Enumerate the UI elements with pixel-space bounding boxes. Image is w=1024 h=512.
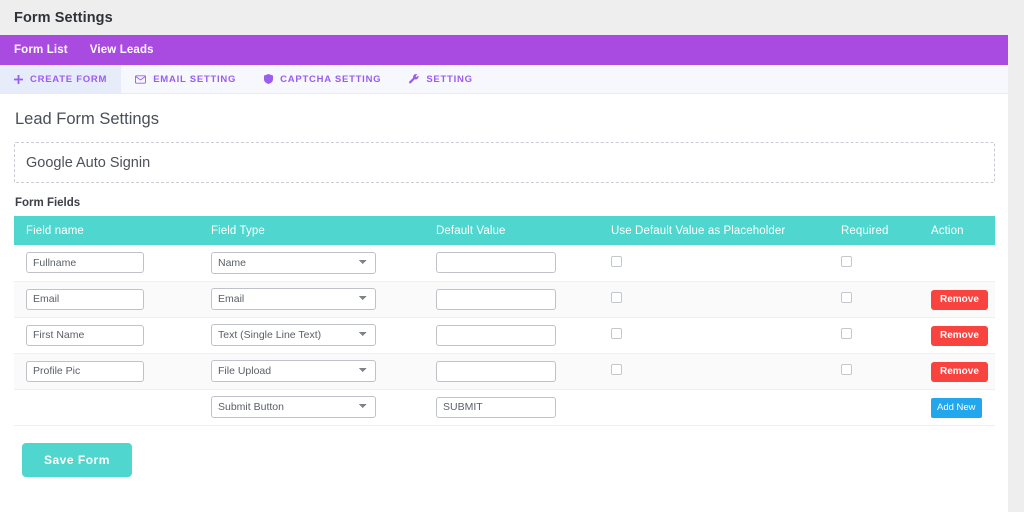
table-head: Field name Field Type Default Value Use … xyxy=(14,216,995,245)
table-body: Name xyxy=(14,245,995,426)
field-type-select[interactable]: File Upload xyxy=(211,360,376,382)
cell-use-placeholder xyxy=(599,389,829,426)
window-header: Form Settings xyxy=(0,0,1024,35)
default-value-input[interactable] xyxy=(436,360,556,382)
cell-required xyxy=(829,245,919,282)
field-name-input[interactable] xyxy=(26,252,144,274)
field-name-input[interactable] xyxy=(26,324,144,346)
tab-captcha-setting[interactable]: CAPTCHA SETTING xyxy=(250,65,395,93)
cell-field-type: Name xyxy=(199,245,424,282)
cell-field-type: Submit Button xyxy=(199,389,424,426)
tab-setting[interactable]: SETTING xyxy=(395,65,486,93)
remove-button[interactable]: Remove xyxy=(931,325,988,346)
cell-use-placeholder xyxy=(599,281,829,318)
primary-navbar: Form List View Leads xyxy=(0,35,1008,65)
field-type-select[interactable]: Text (Single Line Text) xyxy=(211,324,376,346)
table-header-row: Field name Field Type Default Value Use … xyxy=(14,216,995,245)
default-value-input[interactable] xyxy=(436,288,556,310)
cell-required xyxy=(829,389,919,426)
cell-action: Remove xyxy=(919,353,995,390)
table-row: Text (Single Line Text) Remove xyxy=(14,317,995,354)
cell-field-type: File Upload xyxy=(199,353,424,390)
use-placeholder-checkbox[interactable] xyxy=(611,364,622,375)
plus-icon xyxy=(14,74,23,84)
cell-default-value xyxy=(424,389,599,426)
content-area: Lead Form Settings Form Fields Field nam… xyxy=(0,94,1008,477)
cell-field-name xyxy=(14,317,199,354)
cell-default-value xyxy=(424,317,599,354)
cell-action: Remove xyxy=(919,317,995,354)
cell-use-placeholder xyxy=(599,245,829,282)
add-new-button[interactable]: Add New xyxy=(931,397,982,418)
required-checkbox[interactable] xyxy=(841,328,852,339)
tab-email-setting-label: EMAIL SETTING xyxy=(153,73,237,85)
header-use-placeholder: Use Default Value as Placeholder xyxy=(599,216,829,245)
field-name-input[interactable] xyxy=(26,288,144,310)
required-checkbox[interactable] xyxy=(841,364,852,375)
field-type-select[interactable]: Email xyxy=(211,288,376,310)
header-required: Required xyxy=(829,216,919,245)
nav-item-view-leads[interactable]: View Leads xyxy=(90,44,154,56)
field-name-input[interactable] xyxy=(26,360,144,382)
required-checkbox[interactable] xyxy=(841,292,852,303)
default-value-input[interactable] xyxy=(436,252,556,274)
cell-required xyxy=(829,317,919,354)
nav-item-form-list[interactable]: Form List xyxy=(14,44,68,56)
header-field-name: Field name xyxy=(14,216,199,245)
cell-default-value xyxy=(424,353,599,390)
required-checkbox[interactable] xyxy=(841,255,852,267)
envelope-icon xyxy=(135,74,147,84)
cell-use-placeholder xyxy=(599,317,829,354)
use-placeholder-checkbox[interactable] xyxy=(611,328,622,339)
table-row: File Upload Remove xyxy=(14,353,995,390)
tab-captcha-setting-label: CAPTCHA SETTING xyxy=(280,73,382,85)
header-action: Action xyxy=(919,216,995,245)
default-value-input[interactable] xyxy=(436,324,556,346)
tab-email-setting[interactable]: EMAIL SETTING xyxy=(121,65,250,93)
tab-create-form-label: CREATE FORM xyxy=(30,73,108,85)
form-fields-table: Field name Field Type Default Value Use … xyxy=(14,216,995,426)
cell-action xyxy=(919,245,995,282)
use-placeholder-checkbox[interactable] xyxy=(611,292,622,303)
cell-field-name xyxy=(14,245,199,282)
remove-button[interactable]: Remove xyxy=(931,361,988,382)
submit-type-select[interactable]: Submit Button xyxy=(211,396,376,418)
header-default-value: Default Value xyxy=(424,216,599,245)
window-title: Form Settings xyxy=(14,9,113,26)
cell-field-name xyxy=(14,389,199,426)
page-title: Lead Form Settings xyxy=(15,110,159,128)
cell-default-value xyxy=(424,281,599,318)
tab-setting-label: SETTING xyxy=(426,73,473,85)
submit-label-input[interactable] xyxy=(436,396,556,418)
save-form-button[interactable]: Save Form xyxy=(22,442,132,477)
table-row: Email Remove xyxy=(14,281,995,318)
cell-required xyxy=(829,353,919,390)
table-row: Name xyxy=(14,245,995,282)
cell-default-value xyxy=(424,245,599,282)
remove-button[interactable]: Remove xyxy=(931,289,988,310)
wrench-icon xyxy=(409,74,419,84)
cell-field-type: Text (Single Line Text) xyxy=(199,317,424,354)
cell-field-name xyxy=(14,353,199,390)
cell-action: Add New xyxy=(919,389,995,426)
cell-required xyxy=(829,281,919,318)
tab-strip: CREATE FORM EMAIL SETTING CAPTCHA SETTIN… xyxy=(0,65,1008,94)
tab-create-form[interactable]: CREATE FORM xyxy=(0,65,122,93)
table-row-submit: Submit Button Add New xyxy=(14,389,995,426)
cell-action: Remove xyxy=(919,281,995,318)
header-field-type: Field Type xyxy=(199,216,424,245)
form-fields-label: Form Fields xyxy=(15,197,81,209)
app-shell: Form List View Leads CREATE FORM EMAIL S… xyxy=(0,35,1008,512)
cell-field-name xyxy=(14,281,199,318)
cell-field-type: Email xyxy=(199,281,424,318)
form-name-input[interactable] xyxy=(14,142,995,183)
cell-use-placeholder xyxy=(599,353,829,390)
use-placeholder-checkbox[interactable] xyxy=(611,255,622,267)
field-type-select[interactable]: Name xyxy=(211,251,376,274)
shield-icon xyxy=(264,74,274,84)
